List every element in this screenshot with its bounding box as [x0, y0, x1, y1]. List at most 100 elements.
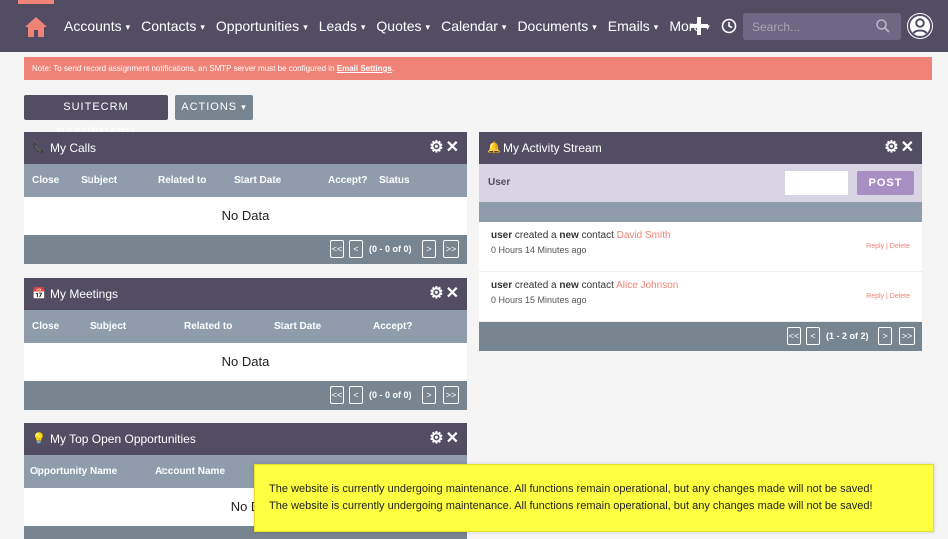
dashlet-header: 📅 My Meetings ⚙✕: [24, 278, 467, 310]
column-close[interactable]: Close: [32, 164, 59, 197]
home-icon[interactable]: [24, 16, 48, 38]
activity-new: new: [559, 230, 579, 241]
nav-opportunities[interactable]: Opportunities ▾: [216, 18, 308, 34]
close-icon[interactable]: ✕: [446, 285, 461, 302]
activity-user[interactable]: user: [491, 280, 512, 291]
phone-icon: 📞: [32, 142, 46, 154]
nav-documents-label: Documents: [517, 18, 589, 34]
quick-create-plus-icon[interactable]: [688, 15, 710, 37]
prev-page-button[interactable]: <: [806, 327, 820, 345]
gear-icon[interactable]: ⚙: [429, 139, 445, 156]
column-accept[interactable]: Accept?: [328, 164, 367, 197]
close-icon[interactable]: ✕: [901, 139, 916, 156]
nav-leads-label: Leads: [318, 18, 357, 34]
pagination-bar: << < (0 - 0 of 0) > >>: [24, 235, 467, 264]
sort-icon: ⬍: [159, 466, 167, 476]
nav-documents[interactable]: Documents ▾: [517, 18, 596, 34]
nav-leads[interactable]: Leads ▾: [319, 18, 366, 34]
gear-icon[interactable]: ⚙: [429, 285, 445, 302]
nav-quotes[interactable]: Quotes ▾: [376, 18, 430, 34]
notice-text: Note: To send record assignment notifica…: [32, 64, 337, 73]
nav-opportunities-label: Opportunities: [215, 18, 300, 34]
first-page-button[interactable]: <<: [787, 327, 801, 345]
reply-delete-links[interactable]: Reply | Delete: [866, 243, 910, 250]
nav-emails[interactable]: Emails ▾: [608, 18, 659, 34]
caret-down-icon: ▾: [653, 21, 659, 32]
next-page-button[interactable]: >: [878, 327, 892, 345]
nav-contacts[interactable]: Contacts ▾: [141, 18, 205, 34]
reply-delete-links[interactable]: Reply | Delete: [866, 293, 910, 300]
first-page-button[interactable]: <<: [330, 240, 344, 258]
gear-icon[interactable]: ⚙: [429, 430, 445, 447]
next-page-button[interactable]: >: [422, 386, 436, 404]
prev-page-button[interactable]: <: [349, 240, 363, 258]
nav-accent-bar: [18, 0, 54, 4]
toast-line-1: The website is currently undergoing main…: [269, 483, 873, 495]
sort-icon: ⬍: [278, 321, 286, 331]
caret-down-icon: ▾: [303, 21, 308, 32]
post-button[interactable]: POST: [857, 171, 914, 195]
caret-down-icon: ▾: [592, 21, 597, 32]
first-page-button[interactable]: <<: [330, 386, 344, 404]
recent-history-icon[interactable]: [720, 17, 738, 35]
my-calls-dashlet: 📞 My Calls ⚙✕ Close Subject ⬍ Related to …: [24, 132, 467, 264]
dashlet-header: 💡 My Top Open Opportunities ⚙✕: [24, 423, 467, 455]
gear-icon[interactable]: ⚙: [884, 139, 900, 156]
activity-contact-link[interactable]: David Smith: [617, 230, 671, 241]
my-meetings-dashlet: 📅 My Meetings ⚙✕ Close Subject ⬍ Related …: [24, 278, 467, 410]
column-related-to[interactable]: Related to: [184, 310, 232, 343]
pagination-bar: << < (1 - 2 of 2) > >>: [479, 322, 922, 351]
bell-icon: 🔔: [487, 142, 501, 154]
last-page-button[interactable]: >>: [899, 327, 915, 345]
suitecrm-dashboard-tab[interactable]: SUITECRM DASHBOARD: [24, 95, 168, 138]
activity-time: 0 Hours 15 Minutes ago: [491, 295, 587, 305]
activity-user[interactable]: user: [491, 230, 512, 241]
activity-text: created a: [512, 230, 560, 241]
close-icon[interactable]: ✕: [446, 430, 461, 447]
activity-time: 0 Hours 14 Minutes ago: [491, 245, 587, 255]
column-close[interactable]: Close: [32, 310, 59, 343]
close-icon[interactable]: ✕: [446, 139, 461, 156]
activity-new: new: [559, 280, 579, 291]
sort-icon: ⬍: [383, 175, 391, 185]
search-icon[interactable]: [875, 18, 891, 34]
no-data-message: No Data: [221, 208, 270, 223]
column-opportunity-name-label: Opportunity Name: [30, 466, 118, 477]
post-bar: User POST: [479, 164, 922, 202]
nav-accounts-label: Accounts: [64, 18, 122, 34]
actions-dropdown-button[interactable]: ACTIONS ▾: [175, 95, 253, 120]
nav-calendar[interactable]: Calendar ▾: [441, 18, 506, 34]
dashlet-title: My Activity Stream: [503, 141, 602, 155]
caret-down-icon: ▾: [241, 102, 247, 112]
column-accept[interactable]: Accept?: [373, 310, 412, 343]
caret-down-icon: ▾: [360, 21, 366, 32]
no-data-message: No Data: [221, 354, 270, 369]
nav-quotes-label: Quotes: [376, 18, 422, 34]
table-header: Close Subject ⬍ Related to Start Date ⬍ Ac…: [24, 310, 467, 343]
prev-page-button[interactable]: <: [349, 386, 363, 404]
activity-entry: user created a new contact David Smith 0…: [479, 222, 922, 272]
activity-contact-link[interactable]: Alice Johnson: [616, 280, 678, 291]
post-text-input[interactable]: [785, 171, 848, 195]
caret-down-icon: ▾: [501, 21, 507, 32]
module-menu: Accounts ▾ Contacts ▾ Opportunities ▾ Leads…: [64, 0, 710, 52]
dashlet-title: My Calls: [50, 141, 97, 155]
dashlet-title: My Meetings: [50, 287, 119, 301]
activity-type: contact: [578, 230, 617, 241]
nav-accounts[interactable]: Accounts ▾: [64, 18, 130, 34]
user-profile-icon[interactable]: [906, 12, 934, 40]
email-settings-link[interactable]: Email Settings: [337, 64, 392, 73]
column-related-to[interactable]: Related to: [158, 164, 206, 197]
last-page-button[interactable]: >>: [443, 240, 459, 258]
next-page-button[interactable]: >: [422, 240, 436, 258]
nav-contacts-label: Contacts: [141, 18, 197, 34]
sort-icon: ⬍: [94, 321, 102, 331]
caret-down-icon: ▾: [425, 21, 431, 32]
pagination-text: (0 - 0 of 0): [369, 390, 412, 400]
caret-down-icon: ▾: [125, 21, 131, 32]
user-label: User: [488, 177, 511, 188]
caret-down-icon: ▾: [200, 21, 205, 32]
nav-emails-label: Emails: [607, 18, 650, 34]
last-page-button[interactable]: >>: [443, 386, 459, 404]
activity-subheader: [479, 202, 922, 222]
